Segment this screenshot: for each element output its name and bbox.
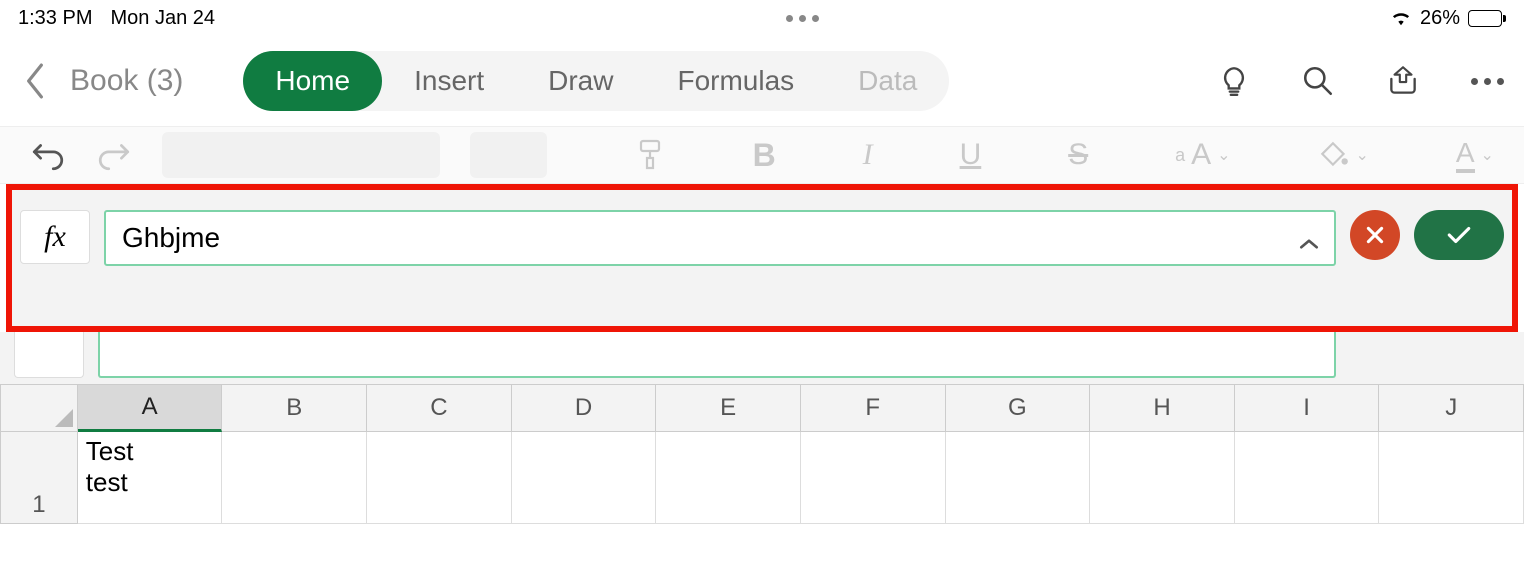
font-size-select[interactable] <box>470 132 546 178</box>
ribbon-tabs: Home Insert Draw Formulas Data <box>243 51 949 111</box>
col-header-b[interactable]: B <box>222 384 367 432</box>
font-size-button[interactable]: aA⌄ <box>1175 138 1230 172</box>
format-painter-button[interactable] <box>634 138 666 172</box>
document-title[interactable]: Book (3) <box>70 64 183 98</box>
col-header-f[interactable]: F <box>801 384 946 432</box>
fill-color-button[interactable]: ⌄ <box>1318 140 1369 170</box>
formula-bar-highlight: fx Ghbjme <box>6 184 1518 332</box>
cell-d1[interactable] <box>512 432 657 524</box>
cell-b1[interactable] <box>222 432 367 524</box>
cell-i1[interactable] <box>1235 432 1380 524</box>
fx-button[interactable]: fx <box>20 210 90 264</box>
row-header-1[interactable]: 1 <box>0 432 78 524</box>
share-icon[interactable] <box>1385 64 1421 98</box>
grid-row: 1 Test test <box>0 432 1524 524</box>
col-header-h[interactable]: H <box>1090 384 1235 432</box>
spreadsheet-grid: A B C D E F G H I J 1 Test test <box>0 384 1524 524</box>
col-header-j[interactable]: J <box>1379 384 1524 432</box>
tab-formulas[interactable]: Formulas <box>645 51 826 111</box>
formula-input-extension[interactable] <box>98 332 1336 378</box>
fx-extension <box>14 332 84 378</box>
cell-e1[interactable] <box>656 432 801 524</box>
column-headers: A B C D E F G H I J <box>0 384 1524 432</box>
app-header: Book (3) Home Insert Draw Formulas Data <box>0 36 1524 126</box>
multitask-dots[interactable] <box>215 15 1390 22</box>
back-button[interactable] <box>10 63 60 99</box>
tab-home[interactable]: Home <box>243 51 382 111</box>
confirm-edit-button[interactable] <box>1414 210 1504 260</box>
search-icon[interactable] <box>1301 64 1335 98</box>
formula-input[interactable]: Ghbjme <box>104 210 1336 266</box>
tab-data[interactable]: Data <box>826 51 949 111</box>
lightbulb-icon[interactable] <box>1217 64 1251 98</box>
format-toolbar: B I U S aA⌄ ⌄ A ⌄ <box>0 126 1524 184</box>
status-time: 1:33 PM <box>18 7 92 30</box>
bold-button[interactable]: B <box>753 137 776 174</box>
undo-button[interactable] <box>30 139 66 171</box>
cell-c1[interactable] <box>367 432 512 524</box>
tab-insert[interactable]: Insert <box>382 51 516 111</box>
battery-icon <box>1468 10 1506 27</box>
tab-draw[interactable]: Draw <box>516 51 645 111</box>
strike-button[interactable]: S <box>1068 138 1088 172</box>
italic-button[interactable]: I <box>863 138 873 172</box>
wifi-icon <box>1390 9 1412 27</box>
battery-pct: 26% <box>1420 7 1460 30</box>
status-date: Mon Jan 24 <box>110 7 215 30</box>
cell-j1[interactable] <box>1379 432 1524 524</box>
redo-button[interactable] <box>96 139 132 171</box>
font-name-select[interactable] <box>162 132 440 178</box>
cancel-edit-button[interactable] <box>1350 210 1400 260</box>
status-bar: 1:33 PM Mon Jan 24 26% <box>0 0 1524 36</box>
cell-h1[interactable] <box>1090 432 1235 524</box>
col-header-i[interactable]: I <box>1235 384 1380 432</box>
formula-bar-extension <box>0 332 1524 384</box>
collapse-formula-icon[interactable] <box>1298 226 1320 258</box>
cell-g1[interactable] <box>946 432 1091 524</box>
col-header-e[interactable]: E <box>656 384 801 432</box>
formula-value: Ghbjme <box>122 222 220 254</box>
underline-button[interactable]: U <box>960 138 982 172</box>
font-color-button[interactable]: A ⌄ <box>1456 137 1494 173</box>
col-header-g[interactable]: G <box>946 384 1091 432</box>
select-all-corner[interactable] <box>0 384 78 432</box>
more-icon[interactable] <box>1471 78 1504 85</box>
cell-a1[interactable]: Test test <box>78 432 223 524</box>
col-header-d[interactable]: D <box>512 384 657 432</box>
cell-f1[interactable] <box>801 432 946 524</box>
col-header-a[interactable]: A <box>78 384 223 432</box>
col-header-c[interactable]: C <box>367 384 512 432</box>
